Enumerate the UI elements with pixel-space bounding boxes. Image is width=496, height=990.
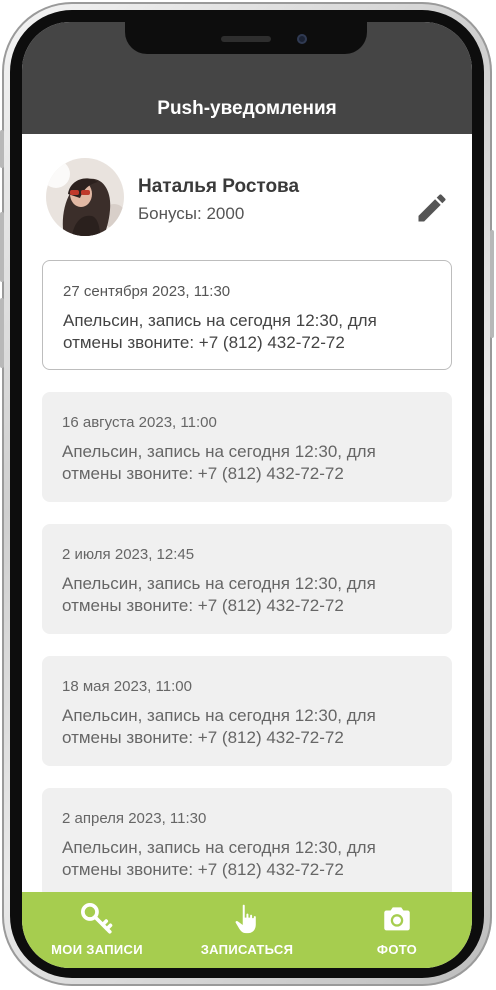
tab-my-bookings[interactable]: МОИ ЗАПИСИ <box>22 892 172 968</box>
front-camera <box>297 34 307 44</box>
notification-card[interactable]: 27 сентября 2023, 11:30 Апельсин, запись… <box>42 260 452 370</box>
tab-label: ФОТО <box>376 942 418 957</box>
tab-book-appointment[interactable]: ЗАПИСАТЬСЯ <box>172 892 322 968</box>
tab-label: МОИ ЗАПИСИ <box>51 942 143 957</box>
notification-text: Апельсин, запись на сегодня 12:30, для о… <box>62 442 376 483</box>
notification-text: Апельсин, запись на сегодня 12:30, для о… <box>63 311 377 352</box>
tab-label: ЗАПИСАТЬСЯ <box>200 942 294 957</box>
notification-date: 16 августа 2023, 11:00 <box>62 414 217 431</box>
profile-section: Наталья Ростова Бонусы: 2000 <box>22 134 472 254</box>
notification-date: 27 сентября 2023, 11:30 <box>63 283 231 300</box>
notification-text: Апельсин, запись на сегодня 12:30, для о… <box>62 838 376 879</box>
notification-card[interactable]: 16 августа 2023, 11:00 Апельсин, запись … <box>42 392 452 502</box>
power-button <box>490 230 494 338</box>
bonus-balance: Бонусы: 2000 <box>138 204 245 223</box>
phone-notch <box>125 22 367 54</box>
user-photo-icon <box>46 158 124 236</box>
app-screen: Push-уведомления Наталья Ростова Бонусы:… <box>22 22 472 968</box>
volume-up-button <box>0 212 4 282</box>
notification-card[interactable]: 2 апреля 2023, 11:30 Апельсин, запись на… <box>42 788 452 898</box>
notification-card[interactable]: 2 июля 2023, 12:45 Апельсин, запись на с… <box>42 524 452 634</box>
notification-text: Апельсин, запись на сегодня 12:30, для о… <box>62 574 376 615</box>
notification-date: 2 июля 2023, 12:45 <box>62 546 195 563</box>
edit-profile-button[interactable] <box>414 190 450 226</box>
speaker-grille <box>221 36 271 42</box>
notification-text: Апельсин, запись на сегодня 12:30, для о… <box>62 706 376 747</box>
pointing-hand-icon <box>235 904 256 934</box>
pencil-icon <box>418 194 446 222</box>
notification-card[interactable]: 18 мая 2023, 11:00 Апельсин, запись на с… <box>42 656 452 766</box>
bottom-tab-bar: МОИ ЗАПИСИ ЗАПИСАТЬСЯ ФОТО <box>22 892 472 968</box>
app-header: Push-уведомления <box>22 22 472 134</box>
tab-icon-wrapper <box>22 902 172 936</box>
avatar[interactable] <box>46 158 124 236</box>
camera-icon <box>384 907 410 931</box>
profile-name: Наталья Ростова <box>138 176 300 197</box>
notification-date: 2 апреля 2023, 11:30 <box>62 810 207 827</box>
silent-switch <box>0 130 4 168</box>
tab-icon-wrapper <box>322 902 472 936</box>
volume-down-button <box>0 298 4 368</box>
page-title: Push-уведомления <box>157 98 337 119</box>
tab-icon-wrapper <box>172 902 322 936</box>
tab-photo[interactable]: ФОТО <box>322 892 472 968</box>
key-icon <box>80 902 113 934</box>
notification-date: 18 мая 2023, 11:00 <box>62 678 192 695</box>
